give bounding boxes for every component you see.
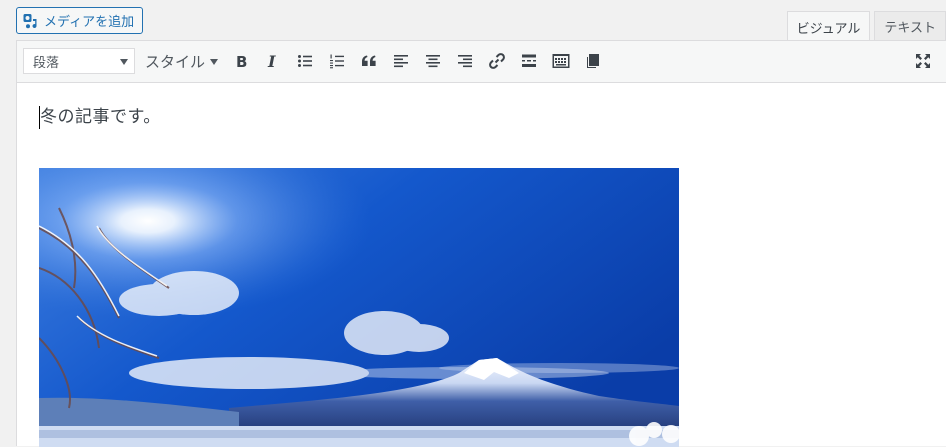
style-menu-label: スタイル — [145, 52, 206, 71]
tab-visual[interactable]: ビジュアル — [786, 11, 871, 42]
bulleted-list-button[interactable] — [292, 48, 318, 74]
align-right-button[interactable] — [452, 48, 478, 74]
keyboard-icon — [552, 54, 570, 68]
paste-icon — [587, 54, 599, 68]
editor-content[interactable]: 冬の記事です。 — [17, 83, 946, 447]
read-more-button[interactable] — [516, 48, 542, 74]
blockquote-button[interactable] — [356, 48, 382, 74]
numbered-list-icon — [330, 54, 344, 69]
bulleted-list-icon — [298, 55, 312, 67]
format-select[interactable]: 段落 — [23, 48, 135, 74]
tab-text[interactable]: テキスト — [874, 11, 946, 41]
bold-button[interactable]: B — [228, 48, 254, 74]
caret-down-icon — [120, 59, 128, 65]
read-more-icon — [522, 54, 536, 67]
link-icon — [489, 53, 505, 69]
svg-text:B: B — [236, 53, 247, 69]
editor-toolbar: 段落 スタイル B I — [17, 41, 946, 83]
fullscreen-button[interactable] — [910, 48, 936, 74]
align-center-button[interactable] — [420, 48, 446, 74]
numbered-list-button[interactable] — [324, 48, 350, 74]
insert-link-button[interactable] — [484, 48, 510, 74]
svg-text:I: I — [267, 53, 276, 69]
align-left-icon — [394, 55, 408, 68]
align-center-icon — [426, 55, 440, 68]
mountain-photo[interactable] — [39, 168, 679, 447]
editor-mode-tabs: ビジュアル テキスト — [786, 11, 946, 42]
caret-down-icon — [210, 58, 219, 65]
toolbar-toggle-button[interactable] — [548, 48, 574, 74]
add-media-label: メディアを追加 — [44, 14, 135, 29]
style-menu-button[interactable]: スタイル — [145, 49, 219, 73]
bold-icon: B — [236, 53, 247, 69]
align-right-icon — [458, 55, 472, 68]
add-media-button[interactable]: メディアを追加 — [16, 7, 144, 34]
editor-area: 段落 スタイル B I 冬の記事です。 — [16, 40, 946, 447]
align-left-button[interactable] — [388, 48, 414, 74]
fullscreen-icon — [916, 54, 930, 68]
italic-icon: I — [267, 53, 276, 69]
paste-as-text-button[interactable] — [580, 48, 606, 74]
media-icon — [23, 13, 39, 29]
format-select-value: 段落 — [33, 55, 60, 71]
content-paragraph[interactable]: 冬の記事です。 — [39, 106, 161, 129]
italic-button[interactable]: I — [260, 48, 286, 74]
quote-icon — [362, 55, 376, 66]
